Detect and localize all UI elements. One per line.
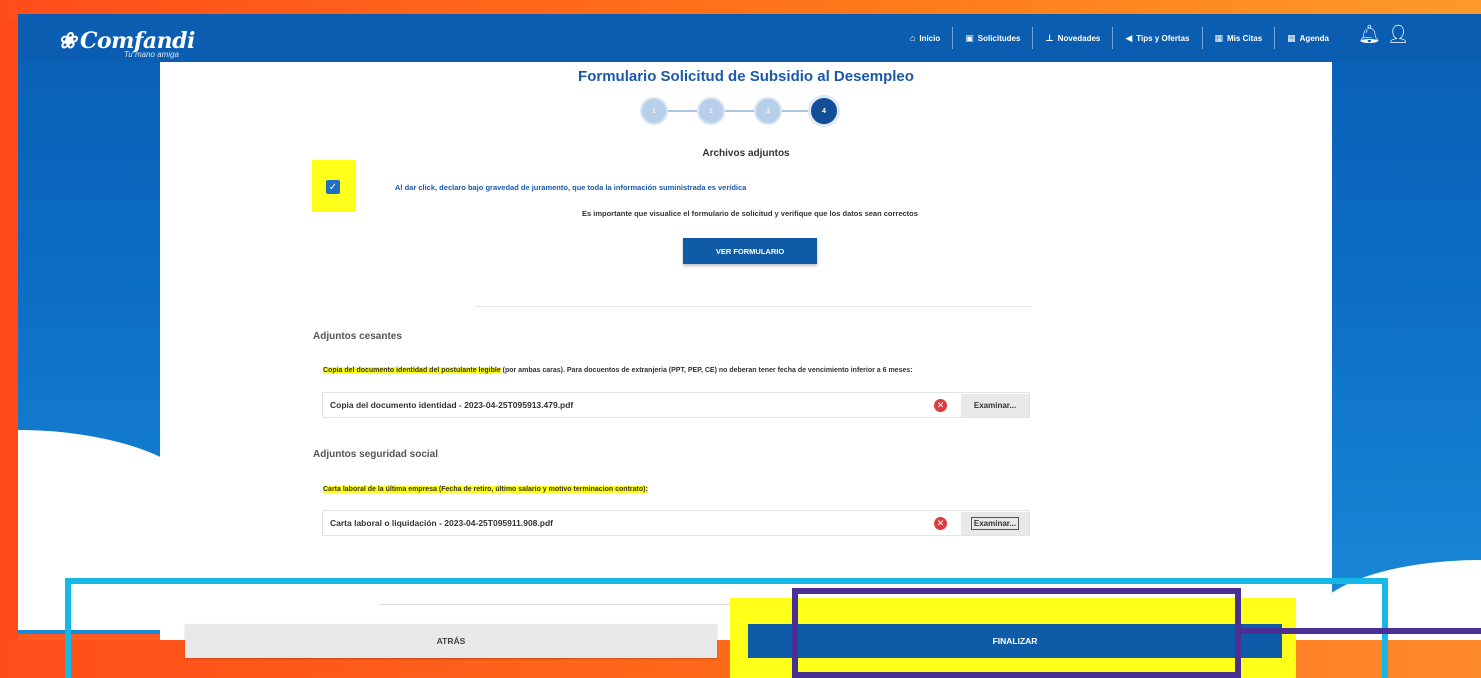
nav-item-label: Agenda: [1299, 33, 1329, 43]
nav-menu: ⌂ Inicio ▣ Solicitudes ⊥ Novedades ◀ Tip…: [898, 14, 1341, 62]
step-2[interactable]: 2: [697, 97, 725, 125]
instruction-highlight: Carta laboral de la última empresa (Fech…: [323, 486, 648, 493]
logo-mark-icon: ❀: [58, 28, 76, 54]
logo-tagline: Tu mano amiga: [124, 50, 179, 59]
nav-item-label: Inicio: [919, 33, 941, 43]
divider: [475, 306, 1032, 307]
file-row-cesantes: Copia del documento identidad - 2023-04-…: [322, 392, 1030, 418]
file-name: Copia del documento identidad - 2023-04-…: [330, 400, 574, 410]
step-4-active[interactable]: 4: [808, 95, 840, 127]
browse-label: Examinar...: [973, 401, 1017, 410]
bell-icon[interactable]: 🔔︎: [1358, 24, 1381, 44]
nav-item-label: Tips y Ofertas: [1136, 33, 1190, 43]
orange-border-left: [0, 0, 18, 678]
form-card: Formulario Solicitud de Subsidio al Dese…: [160, 62, 1332, 640]
declaration-checkbox[interactable]: ✓: [326, 180, 340, 194]
annotation-pointer-line: [1241, 628, 1481, 634]
calendar-icon: ▦: [1287, 32, 1296, 43]
nav-item-inicio[interactable]: ⌂ Inicio: [898, 27, 954, 49]
step-number: 1: [652, 107, 656, 115]
step-1[interactable]: 1: [640, 97, 668, 125]
stepper-line: [656, 110, 824, 112]
check-icon: ✓: [328, 181, 338, 193]
step-number: 4: [822, 107, 826, 115]
nav-item-label: Mis Citas: [1227, 33, 1263, 43]
section-title-cesantes: Adjuntos cesantes: [313, 331, 402, 342]
form-stepper: 1 2 3 4: [640, 95, 840, 127]
remove-file-icon[interactable]: ✕: [934, 399, 947, 412]
step-number: 2: [709, 107, 713, 115]
nav-item-novedades[interactable]: ⊥ Novedades: [1033, 27, 1114, 49]
view-form-button[interactable]: VER FORMULARIO: [683, 238, 817, 264]
browse-label: Examinar...: [970, 517, 1020, 530]
step-3[interactable]: 3: [754, 97, 782, 125]
nav-item-mis-citas[interactable]: ▦ Mis Citas: [1203, 27, 1276, 49]
annotation-box-purple: [792, 588, 1241, 678]
instruction-cesantes: Copia del documento identidad del postul…: [323, 367, 913, 374]
home-icon: ⌂: [909, 33, 916, 43]
megaphone-icon: ◀: [1125, 32, 1133, 43]
notice-text: Es importante que visualice el formulari…: [582, 209, 918, 218]
remove-file-icon[interactable]: ✕: [934, 517, 947, 530]
nav-item-tips-ofertas[interactable]: ◀ Tips y Ofertas: [1113, 27, 1203, 49]
page-title: Formulario Solicitud de Subsidio al Dese…: [578, 68, 914, 85]
pin-icon: ⊥: [1045, 32, 1054, 43]
instruction-rest: (por ambas caras). Para docuentos de ext…: [500, 367, 913, 374]
section-title-seguridad-social: Adjuntos seguridad social: [313, 449, 439, 460]
browse-button[interactable]: Examinar...: [961, 512, 1029, 535]
calendar-icon: ▦: [1214, 32, 1224, 43]
file-row-seguridad-social: Carta laboral o liquidación - 2023-04-25…: [322, 510, 1030, 536]
declaration-label: Al dar click, declaro bajo gravedad de j…: [395, 183, 747, 192]
user-icon[interactable]: 👤︎: [1387, 24, 1410, 44]
browse-button[interactable]: Examinar...: [961, 394, 1029, 417]
nav-user-actions: 🔔︎ 👤︎: [1358, 24, 1410, 44]
instruction-highlight: Copia del documento identidad del postul…: [323, 367, 501, 374]
nav-item-agenda[interactable]: ▦ Agenda: [1275, 27, 1341, 49]
nav-item-solicitudes[interactable]: ▣ Solicitudes: [953, 27, 1034, 49]
instruction-seguridad-social: Carta laboral de la última empresa (Fech…: [323, 486, 648, 493]
nav-item-label: Novedades: [1057, 33, 1101, 43]
file-name: Carta laboral o liquidación - 2023-04-25…: [330, 518, 553, 528]
document-icon: ▣: [965, 32, 974, 43]
section-title-archivos: Archivos adjuntos: [702, 148, 790, 159]
nav-item-label: Solicitudes: [977, 33, 1021, 43]
step-number: 3: [766, 107, 770, 115]
